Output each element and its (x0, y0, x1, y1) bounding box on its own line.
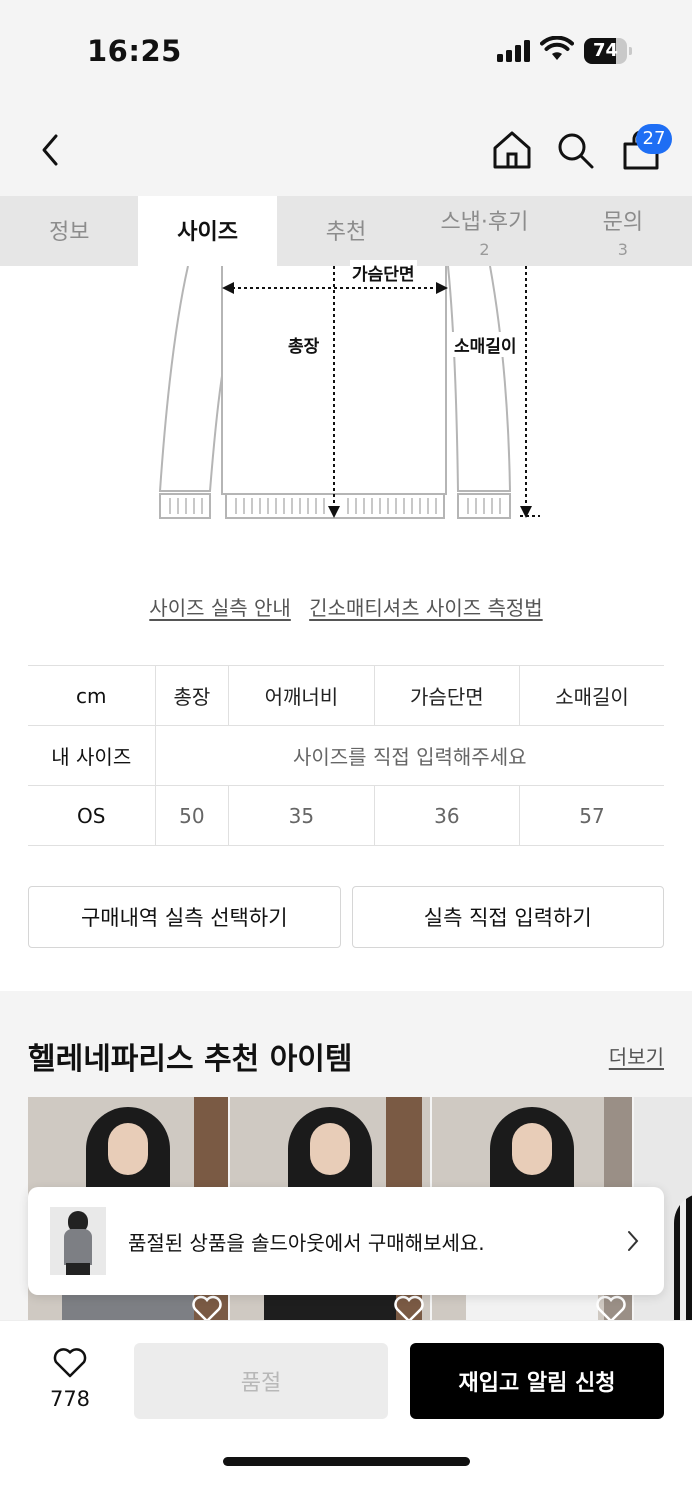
size-value: 35 (228, 785, 375, 846)
my-size-label: 내 사이즈 (28, 725, 156, 786)
wifi-icon (540, 36, 574, 60)
column-header: 어깨너비 (228, 665, 375, 726)
product-tabs: 정보 사이즈 추천 스냅·후기 2 문의 3 (0, 196, 692, 266)
tab-label: 문의 (602, 210, 644, 235)
recommend-title: 헬레네파리스 추천 아이템 (28, 1042, 353, 1077)
table-row: OS 50 35 36 57 (28, 785, 664, 846)
direct-input-button[interactable]: 실측 직접 입력하기 (351, 886, 664, 948)
back-icon[interactable] (36, 132, 66, 168)
like-button[interactable]: 778 (40, 1347, 100, 1411)
home-indicator (223, 1457, 470, 1466)
total-length-label: 총장 (286, 332, 322, 357)
search-icon[interactable] (555, 130, 595, 170)
tab-snap-review[interactable]: 스냅·후기 2 (415, 196, 553, 266)
tab-count: 2 (479, 240, 490, 259)
column-header: 총장 (154, 665, 230, 726)
my-size-row[interactable]: 내 사이즈 사이즈를 직접 입력해주세요 (28, 725, 664, 786)
product-thumbnail (50, 1207, 106, 1275)
size-measure-guide-link[interactable]: 사이즈 실측 안내 (149, 596, 291, 620)
tab-info[interactable]: 정보 (0, 196, 138, 266)
size-diagram: 가슴단면 총장 소매길이 (150, 260, 550, 526)
tab-recommend[interactable]: 추천 (277, 196, 415, 266)
heart-icon (53, 1348, 87, 1378)
app-header: 16:25 74 27 (0, 0, 692, 196)
sweatshirt-outline (158, 265, 540, 519)
battery-level: 74 (592, 40, 619, 61)
like-count: 778 (49, 1387, 91, 1411)
tab-size[interactable]: 사이즈 (138, 196, 277, 266)
table-header-row: cm 총장 어깨너비 가슴단면 소매길이 (28, 665, 664, 726)
measure-method-link[interactable]: 긴소매티셔츠 사이즈 측정법 (309, 596, 543, 620)
size-actions: 구매내역 실측 선택하기 실측 직접 입력하기 (28, 886, 664, 948)
my-size-input-prompt[interactable]: 사이즈를 직접 입력해주세요 (154, 725, 664, 786)
size-table: cm 총장 어깨너비 가슴단면 소매길이 내 사이즈 사이즈를 직접 입력해주세… (28, 665, 664, 846)
select-purchase-history-button[interactable]: 구매내역 실측 선택하기 (28, 886, 341, 948)
size-value: 50 (154, 785, 230, 846)
size-name: OS (28, 785, 156, 846)
bottom-action-bar: 778 품절 재입고 알림 신청 (0, 1320, 692, 1500)
tab-label: 스냅·후기 (440, 210, 529, 235)
cellular-signal-icon (497, 40, 530, 62)
heart-icon[interactable] (394, 1295, 424, 1323)
tab-label: 사이즈 (177, 220, 238, 245)
cart-count-badge: 27 (636, 124, 672, 154)
restock-alert-button[interactable]: 재입고 알림 신청 (410, 1343, 664, 1419)
home-icon[interactable] (490, 128, 534, 172)
size-guide-links: 사이즈 실측 안내 긴소매티셔츠 사이즈 측정법 (0, 592, 692, 621)
tab-label: 추천 (325, 220, 367, 245)
column-header: 소매길이 (519, 665, 664, 726)
size-value: 36 (373, 785, 521, 846)
heart-icon[interactable] (192, 1295, 222, 1323)
see-more-link[interactable]: 더보기 (609, 1041, 664, 1070)
chest-width-label: 가슴단면 (350, 260, 417, 285)
battery-icon: 74 (584, 38, 632, 64)
tab-inquiry[interactable]: 문의 3 (554, 196, 692, 266)
tab-count: 3 (617, 240, 628, 259)
tab-label: 정보 (48, 220, 90, 245)
unit-cell: cm (28, 665, 156, 726)
status-time: 16:25 (87, 34, 182, 68)
heart-icon[interactable] (596, 1295, 626, 1323)
soldout-promo-toast[interactable]: 품절된 상품을 솔드아웃에서 구매해보세요. (28, 1187, 664, 1295)
size-value: 57 (519, 785, 664, 846)
soldout-button: 품절 (134, 1343, 388, 1419)
toast-message: 품절된 상품을 솔드아웃에서 구매해보세요. (128, 1231, 485, 1255)
column-header: 가슴단면 (373, 665, 521, 726)
chevron-right-icon (628, 1231, 639, 1251)
sleeve-length-label: 소매길이 (452, 332, 519, 357)
